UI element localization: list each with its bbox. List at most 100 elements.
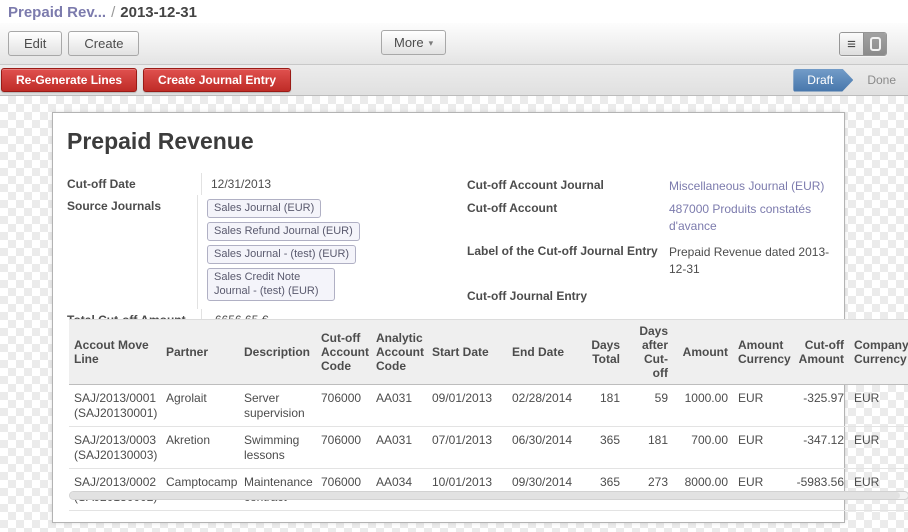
statusbar: Draft Done	[793, 69, 896, 92]
cell-company-currency: EUR	[849, 469, 908, 511]
column-header-cutoff-account-code[interactable]: Cut-off Account Code	[316, 320, 371, 385]
form-view-icon	[870, 37, 881, 51]
cell-account-code: 706000	[316, 427, 371, 469]
column-header-amount-currency[interactable]: Amount Currency	[733, 320, 791, 385]
column-header-account-move-line[interactable]: Accout Move Line	[69, 320, 161, 385]
cell-account-code: 706000	[316, 385, 371, 427]
cell-company-currency: EUR	[849, 385, 908, 427]
cutoff-lines-table: Accout Move Line Partner Description Cut…	[69, 319, 908, 511]
column-header-days-total[interactable]: Days Total	[585, 320, 625, 385]
cutoff-journal-entry-value	[669, 286, 845, 306]
column-header-analytic-account-code[interactable]: Analytic Account Code	[371, 320, 427, 385]
source-journals-label: Source Journals	[67, 195, 197, 309]
edit-button[interactable]: Edit	[8, 31, 62, 56]
cell-start-date: 09/01/2013	[427, 385, 507, 427]
more-button[interactable]: More ▾	[381, 30, 446, 55]
cell-move-line: SAJ/2013/0001 (SAJ20130001)	[69, 385, 161, 427]
journal-tag: Sales Credit Note Journal - (test) (EUR)	[207, 268, 335, 301]
cell-description: Maintenance contract	[239, 469, 316, 511]
cutoff-account-journal-row: Cut-off Account Journal Miscellaneous Jo…	[467, 175, 845, 198]
cell-description: Server supervision	[239, 385, 316, 427]
column-header-end-date[interactable]: End Date	[507, 320, 585, 385]
more-button-label: More	[394, 35, 424, 50]
column-header-partner[interactable]: Partner	[161, 320, 239, 385]
create-button[interactable]: Create	[68, 31, 139, 56]
cell-partner: Akretion	[161, 427, 239, 469]
cutoff-journal-entry-row: Cut-off Journal Entry	[467, 286, 845, 306]
cell-company-currency: EUR	[849, 427, 908, 469]
cutoff-date-label: Cut-off Date	[67, 173, 201, 195]
top-chrome: Prepaid Rev... / 2013-12-31 Edit Create …	[0, 0, 908, 96]
source-journals-tags: Sales Journal (EUR) Sales Refund Journal …	[207, 199, 459, 305]
journal-tag: Sales Journal (EUR)	[207, 199, 321, 218]
cell-cutoff-amount: -347.12	[791, 427, 849, 469]
table-row[interactable]: SAJ/2013/0003 (SAJ20130003) Akretion Swi…	[69, 427, 908, 469]
column-header-description[interactable]: Description	[239, 320, 316, 385]
form-view-button[interactable]	[863, 33, 886, 55]
horizontal-scrollbar[interactable]	[69, 491, 908, 500]
journal-entry-label-value: Prepaid Revenue dated 2013-12-31	[669, 241, 845, 281]
cell-days-total: 365	[585, 427, 625, 469]
table-row[interactable]: SAJ/2013/0001 (SAJ20130001) Agrolait Ser…	[69, 385, 908, 427]
cell-amount: 8000.00	[673, 469, 733, 511]
cell-move-line: SAJ/2013/0003 (SAJ20130003)	[69, 427, 161, 469]
cell-amount-currency: EUR	[733, 427, 791, 469]
cutoff-date-row: Cut-off Date 12/31/2013	[67, 173, 459, 195]
caret-down-icon: ▾	[429, 38, 434, 48]
column-header-start-date[interactable]: Start Date	[427, 320, 507, 385]
cutoff-journal-entry-label: Cut-off Journal Entry	[467, 286, 669, 306]
scrollbar-thumb[interactable]	[70, 492, 900, 499]
cell-partner: Agrolait	[161, 385, 239, 427]
cell-days-after-cutoff: 181	[625, 427, 673, 469]
cell-cutoff-amount: -5983.56	[791, 469, 849, 511]
column-header-company-currency[interactable]: Company Currency	[849, 320, 908, 385]
cutoff-account-journal-link[interactable]: Miscellaneous Journal (EUR)	[669, 175, 845, 198]
column-header-cutoff-amount[interactable]: Cut-off Amount	[791, 320, 849, 385]
cell-amount: 1000.00	[673, 385, 733, 427]
form-card: Prepaid Revenue Cut-off Date 12/31/2013 …	[52, 112, 845, 523]
list-view-button[interactable]: ≡	[840, 33, 863, 55]
cell-partner: Camptocamp	[161, 469, 239, 511]
status-draft-badge: Draft	[793, 69, 853, 92]
column-header-days-after-cutoff[interactable]: Days after Cut-off	[625, 320, 673, 385]
cell-amount-currency: EUR	[733, 469, 791, 511]
cell-move-line: SAJ/2013/0002 (SAJ20130002)	[69, 469, 161, 511]
action-status-bar: Re-Generate Lines Create Journal Entry D…	[0, 65, 908, 96]
source-journals-row: Source Journals Sales Journal (EUR)Sales…	[67, 195, 459, 309]
cell-end-date: 09/30/2014	[507, 469, 585, 511]
cell-account-code: 706000	[316, 469, 371, 511]
status-done-label: Done	[867, 73, 896, 87]
cell-days-after-cutoff: 273	[625, 469, 673, 511]
view-switcher: ≡	[839, 32, 887, 56]
breadcrumb-current: 2013-12-31	[120, 4, 197, 21]
column-header-amount[interactable]: Amount	[673, 320, 733, 385]
breadcrumb-separator: /	[111, 4, 115, 21]
breadcrumb-parent-link[interactable]: Prepaid Rev...	[8, 4, 106, 21]
cutoff-account-link[interactable]: 487000 Produits constatés d'avance	[669, 198, 845, 238]
regenerate-lines-button[interactable]: Re-Generate Lines	[1, 68, 137, 92]
cell-end-date: 02/28/2014	[507, 385, 585, 427]
cell-days-total: 181	[585, 385, 625, 427]
form-right-group: Cut-off Account Journal Miscellaneous Jo…	[467, 175, 845, 306]
cell-amount-currency: EUR	[733, 385, 791, 427]
cell-days-total: 365	[585, 469, 625, 511]
cell-analytic-code: AA031	[371, 427, 427, 469]
journal-tag: Sales Journal - (test) (EUR)	[207, 245, 356, 264]
cell-description: Swimming lessons	[239, 427, 316, 469]
create-journal-entry-button[interactable]: Create Journal Entry	[143, 68, 291, 92]
page-title: Prepaid Revenue	[67, 128, 254, 155]
cell-analytic-code: AA034	[371, 469, 427, 511]
cell-start-date: 07/01/2013	[427, 427, 507, 469]
cutoff-account-journal-label: Cut-off Account Journal	[467, 175, 669, 198]
cell-days-after-cutoff: 59	[625, 385, 673, 427]
cutoff-account-row: Cut-off Account 487000 Produits constaté…	[467, 198, 845, 238]
form-left-group: Cut-off Date 12/31/2013 Source Journals …	[67, 173, 459, 331]
journal-entry-label-label: Label of the Cut-off Journal Entry	[467, 241, 669, 281]
table-row[interactable]: SAJ/2013/0002 (SAJ20130002) Camptocamp M…	[69, 469, 908, 511]
form-toolbar: Edit Create More ▾ ≡	[0, 23, 908, 65]
cell-start-date: 10/01/2013	[427, 469, 507, 511]
journal-entry-label-row: Label of the Cut-off Journal Entry Prepa…	[467, 241, 845, 281]
cell-cutoff-amount: -325.97	[791, 385, 849, 427]
cell-analytic-code: AA031	[371, 385, 427, 427]
journal-tag: Sales Refund Journal (EUR)	[207, 222, 360, 241]
